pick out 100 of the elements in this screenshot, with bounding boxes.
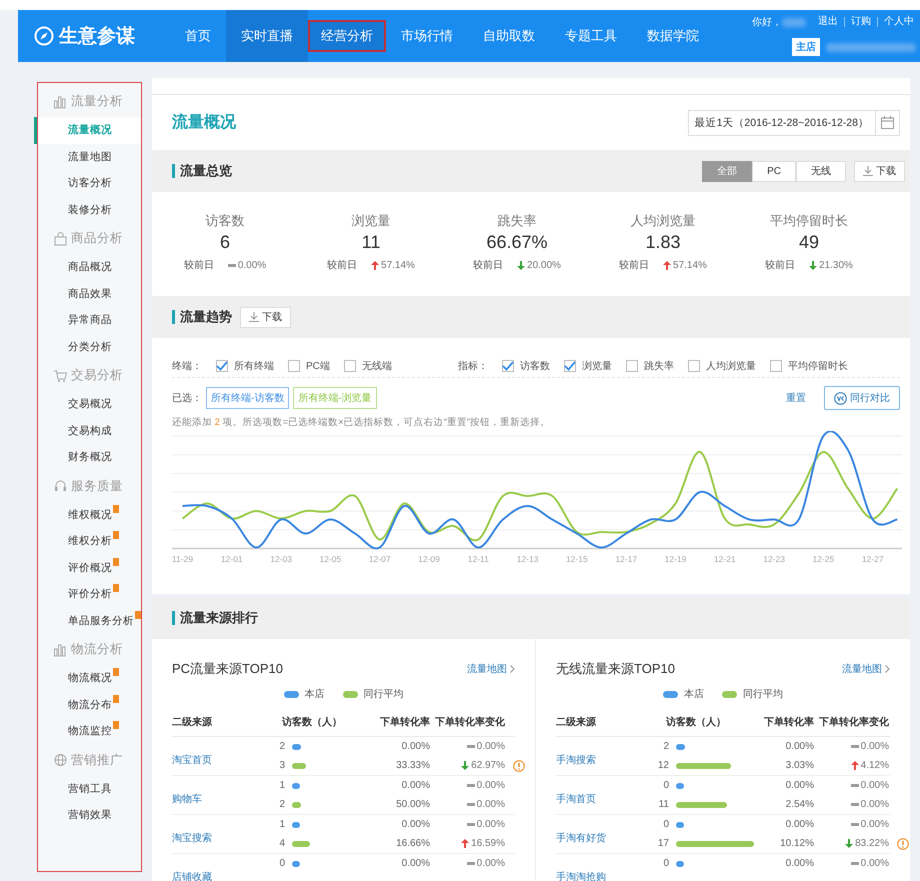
- table-cell-text: 0.00%: [400, 819, 430, 830]
- table-cell-text: 2: [278, 741, 285, 752]
- table-cell-text: 0: [662, 819, 669, 830]
- sidebar-item[interactable]: 物流监控: [38, 718, 141, 744]
- table-cell-text: 0.00%: [784, 858, 814, 869]
- dash-icon: [466, 784, 475, 787]
- column-header: 访客数（人）: [664, 715, 727, 730]
- source-link[interactable]: 淘宝搜索: [172, 823, 272, 845]
- sidebar-item[interactable]: 商品效果: [38, 280, 141, 307]
- sidebar-item[interactable]: 单品服务分析: [38, 608, 141, 634]
- download-icon: [249, 312, 259, 322]
- segment-tab[interactable]: 无线: [796, 160, 846, 182]
- nav-tab[interactable]: 数据学院: [632, 10, 714, 62]
- download-button[interactable]: 下载: [240, 306, 291, 328]
- segment-tab[interactable]: PC: [752, 160, 796, 182]
- date-picker[interactable]: 最近1天（2016-12-28~2016-12-28）: [688, 110, 900, 136]
- down-arrow-icon: [517, 260, 526, 270]
- column-header: 二级来源: [172, 716, 213, 730]
- reset-link[interactable]: 重置: [786, 391, 806, 405]
- header-link[interactable]: 订购: [844, 17, 877, 27]
- nav-tab[interactable]: 市场行情: [386, 10, 468, 62]
- axis-label: 12-21: [714, 554, 736, 564]
- change-value: 57.14%: [381, 260, 415, 270]
- section-title: 流量趋势: [172, 310, 232, 324]
- checkbox[interactable]: [288, 360, 300, 372]
- sidebar-item[interactable]: 商品概况: [38, 254, 141, 280]
- axis-label: 12-01: [220, 554, 243, 564]
- sidebar-item[interactable]: 异常商品: [38, 307, 141, 334]
- filter-label: 已选：: [172, 392, 202, 405]
- section-title: 流量总览: [172, 164, 232, 178]
- stat-value: 49: [798, 232, 820, 254]
- source-link[interactable]: 购物车: [172, 784, 272, 806]
- table-cell-text: 11: [658, 799, 669, 810]
- table-cell-text: 3.03%: [784, 760, 814, 771]
- sidebar-item[interactable]: 财务概况: [38, 444, 141, 470]
- download-button[interactable]: 下载: [854, 160, 905, 182]
- nav-tab[interactable]: 自助取数: [468, 10, 550, 62]
- visitor-bar: [676, 822, 684, 828]
- change-value: 0.00%: [476, 819, 505, 830]
- globe-icon: [54, 753, 67, 767]
- table-cell-text: 1: [278, 780, 285, 791]
- compare-label: 较前日: [327, 258, 358, 272]
- sidebar-item[interactable]: 评价分析: [38, 581, 141, 608]
- column-header: 下单转化率: [764, 715, 814, 730]
- column-header: 下单转化率变化: [818, 715, 889, 730]
- checkbox[interactable]: [770, 360, 782, 372]
- stat-value: 6: [220, 232, 230, 254]
- source-link[interactable]: 手淘有好货: [556, 823, 656, 845]
- checkbox[interactable]: [626, 360, 638, 372]
- segment-tab[interactable]: 全部: [702, 160, 752, 182]
- axis-label: 12-25: [812, 554, 834, 564]
- sidebar-item[interactable]: 物流概况: [38, 665, 141, 692]
- source-link[interactable]: 手淘首页: [556, 784, 656, 806]
- panel-title: PC流量来源TOP10: [172, 660, 284, 678]
- sidebar-item[interactable]: 分类分析: [38, 334, 141, 360]
- table-cell-text: 0: [662, 858, 669, 869]
- source-link[interactable]: 淘宝首页: [172, 745, 272, 767]
- sidebar-item[interactable]: 维权概况: [38, 502, 141, 528]
- compare-label: 较前日: [765, 258, 796, 272]
- axis-label: 12-13: [516, 554, 538, 564]
- change-value: 0.00%: [476, 799, 505, 810]
- sidebar-item[interactable]: 营销工具: [38, 776, 141, 802]
- selected-tag[interactable]: 所有终端-访客数: [206, 387, 290, 409]
- sidebar-item[interactable]: 营销效果: [38, 802, 141, 828]
- nav-tab[interactable]: 首页: [170, 10, 226, 62]
- sidebar-item[interactable]: 交易构成: [38, 418, 141, 444]
- change-value: 0.00%: [476, 741, 505, 752]
- visitor-bar: [292, 802, 302, 808]
- map-link[interactable]: 流量地图: [842, 662, 890, 676]
- compare-button[interactable]: 同行对比: [824, 386, 900, 410]
- checkbox[interactable]: [216, 360, 228, 372]
- stat-label: 访客数: [206, 212, 244, 230]
- stat-label: 人均浏览量: [630, 212, 696, 230]
- sidebar-item[interactable]: 交易概况: [38, 391, 141, 418]
- source-link[interactable]: 手淘搜索: [556, 745, 656, 767]
- checkbox[interactable]: [564, 360, 576, 372]
- map-link[interactable]: 流量地图: [467, 662, 515, 676]
- sidebar-item[interactable]: 装修分析: [38, 196, 141, 223]
- sidebar-item[interactable]: 访客分析: [38, 170, 141, 196]
- sidebar-item[interactable]: 物流分布: [38, 692, 141, 718]
- change-value: 83.22%: [855, 838, 889, 849]
- table-cell-text: 1: [278, 819, 285, 830]
- panel-title: 无线流量来源TOP10: [556, 660, 675, 678]
- nav-tab[interactable]: 经营分析: [308, 20, 386, 52]
- shop-badge: 主店: [792, 38, 820, 56]
- change-value: 0.00%: [860, 858, 889, 869]
- visitor-bar: [292, 822, 300, 828]
- table-cell-text: 4: [278, 838, 285, 849]
- checkbox[interactable]: [344, 360, 356, 372]
- nav-tab[interactable]: 专题工具: [550, 10, 632, 62]
- header-link[interactable]: 个人中: [877, 17, 920, 27]
- checkbox[interactable]: [688, 360, 700, 372]
- sidebar-item[interactable]: 评价概况: [38, 554, 141, 581]
- hint-text: 还能添加 2 项。所选项数=已选终端数×已选指标数，可点右边“重置”按钮，重新选择。: [172, 416, 551, 429]
- calendar-icon: [881, 116, 894, 129]
- nav-tab[interactable]: 实时直播: [226, 10, 308, 62]
- checkbox[interactable]: [502, 360, 514, 372]
- sidebar-item[interactable]: 流量地图: [38, 144, 141, 170]
- sidebar-item[interactable]: 维权分析: [38, 528, 141, 554]
- header-link[interactable]: 退出: [812, 17, 844, 27]
